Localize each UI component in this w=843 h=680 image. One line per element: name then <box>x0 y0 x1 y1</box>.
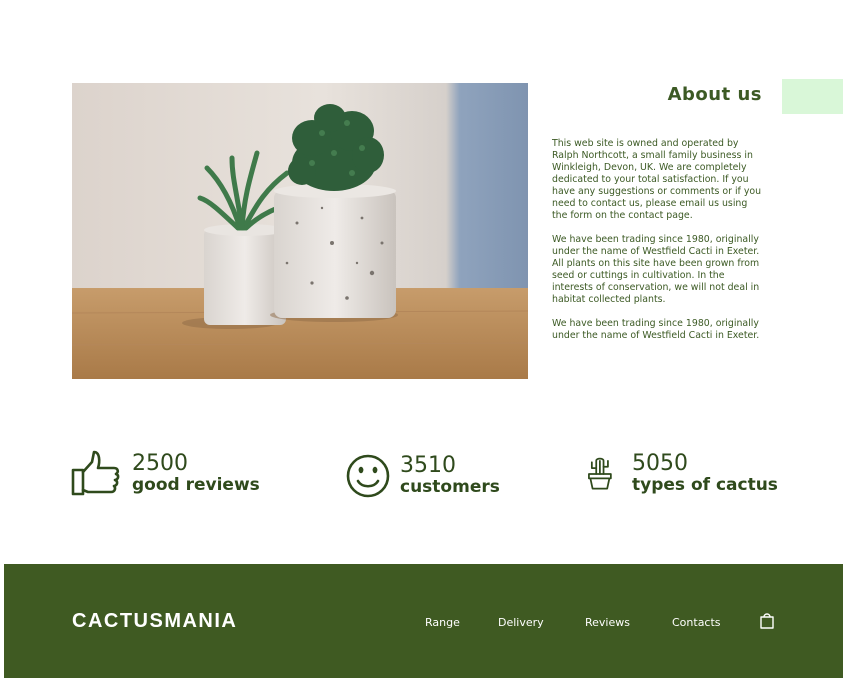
footer: CACTUSMANIA Range Delivery Reviews Conta… <box>4 564 843 678</box>
stat-cactus-types: 5050 types of cactus <box>586 448 778 500</box>
stat-label: good reviews <box>132 475 260 495</box>
stat-customers: 3510 customers <box>344 450 500 502</box>
brand-logo[interactable]: CACTUSMANIA <box>72 610 237 633</box>
hero-photo-cacti <box>72 83 528 379</box>
stat-number: 5050 <box>632 451 688 476</box>
stat-number: 3510 <box>400 453 456 478</box>
stat-label: types of cactus <box>632 475 778 495</box>
thumbs-up-icon <box>71 450 120 496</box>
stat-number: 2500 <box>132 451 188 476</box>
nav-range[interactable]: Range <box>425 616 460 629</box>
stat-label: customers <box>400 477 500 497</box>
accent-block <box>782 79 843 114</box>
smiley-face-icon <box>346 454 390 498</box>
nav-reviews[interactable]: Reviews <box>585 616 630 629</box>
about-title: About us <box>667 84 762 105</box>
nav-delivery[interactable]: Delivery <box>498 616 544 629</box>
shopping-bag-icon[interactable] <box>759 612 775 630</box>
cactus-pot-icon <box>588 457 612 490</box>
stat-reviews: 2500 good reviews <box>70 448 260 500</box>
about-text: This web site is owned and operated by R… <box>552 138 762 354</box>
nav-contacts[interactable]: Contacts <box>672 616 721 629</box>
about-paragraph: This web site is owned and operated by R… <box>552 138 762 221</box>
about-paragraph: We have been trading since 1980, origina… <box>552 234 760 305</box>
about-paragraph: We have been trading since 1980, origina… <box>552 318 760 341</box>
